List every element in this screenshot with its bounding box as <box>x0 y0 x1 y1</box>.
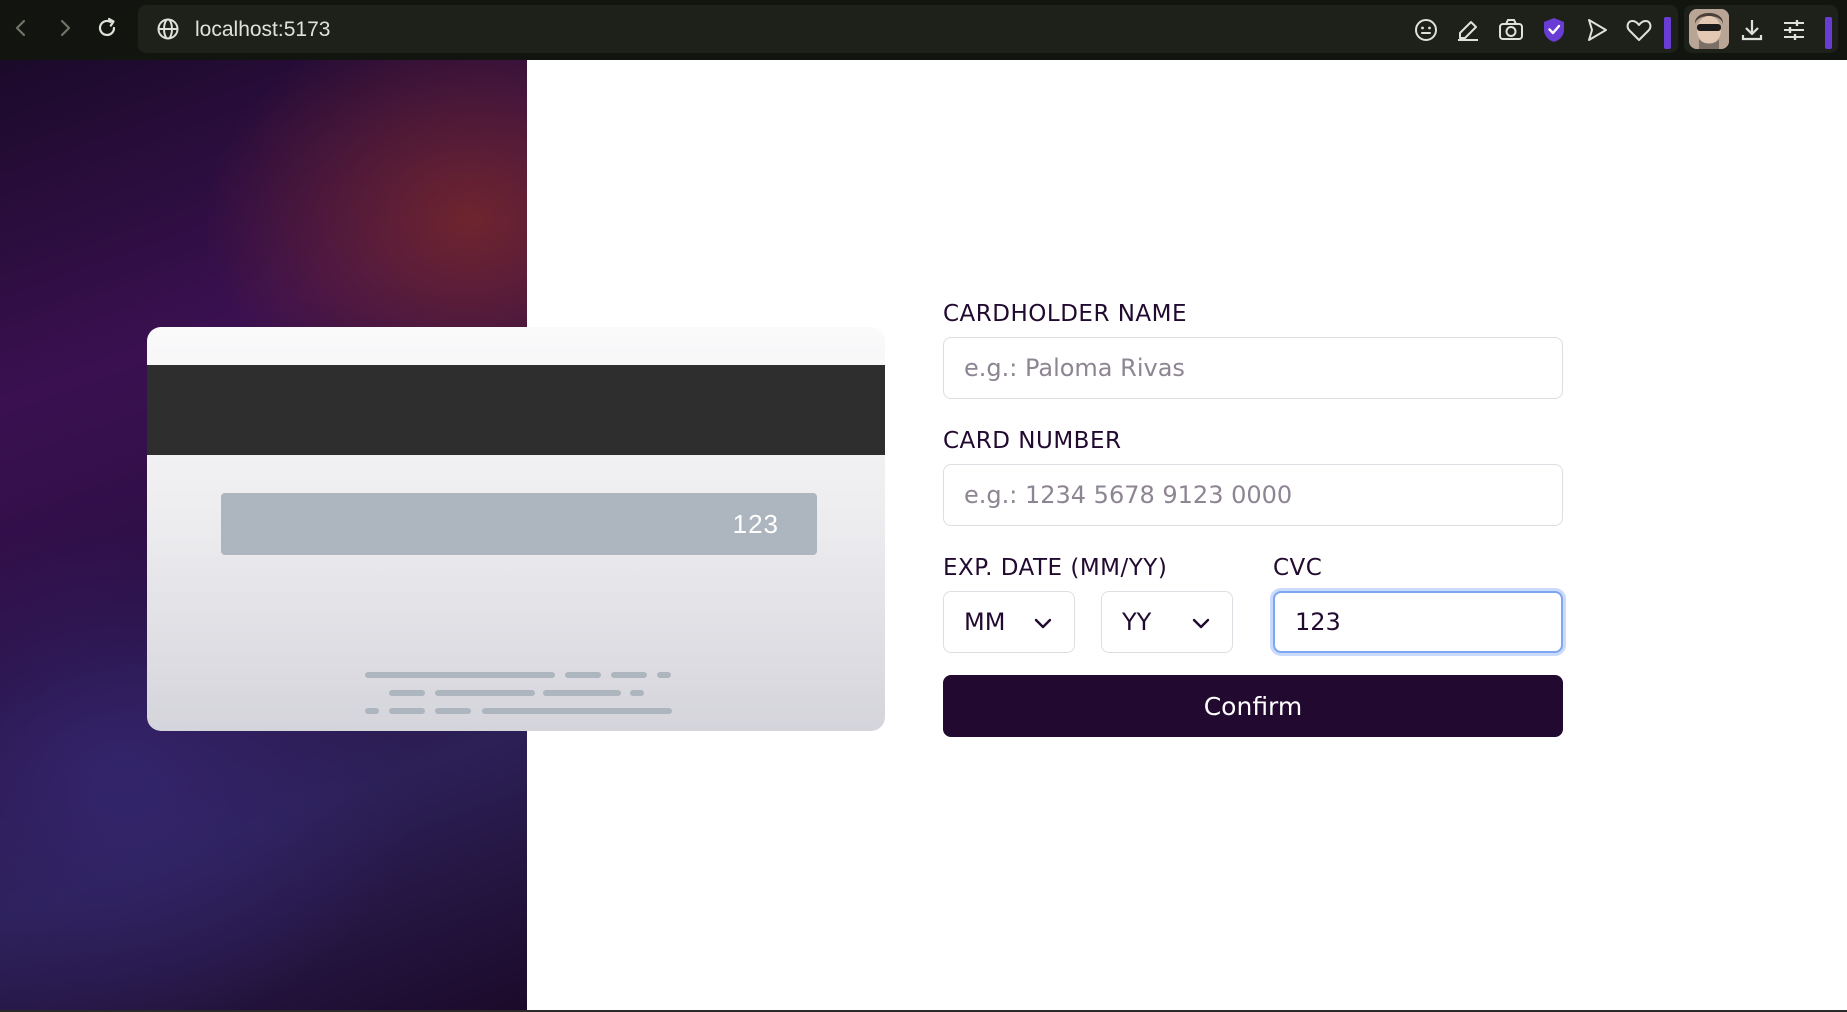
chevron-right-icon <box>60 19 71 37</box>
card-fine-print-line <box>482 708 672 714</box>
card-fine-print-line <box>611 672 647 678</box>
card-fine-print-line <box>389 690 425 696</box>
address-bar[interactable]: localhost:5173 <box>138 5 1678 53</box>
extension-divider <box>1664 17 1671 49</box>
shield-icon[interactable] <box>1540 16 1568 44</box>
cvc-label: CVC <box>1273 555 1323 581</box>
card-fine-print-line <box>435 690 535 696</box>
forward-button[interactable] <box>47 10 83 46</box>
heart-icon[interactable] <box>1625 16 1653 44</box>
send-icon[interactable] <box>1583 16 1611 44</box>
card-fine-print-line <box>389 708 425 714</box>
emoji-icon[interactable] <box>1412 16 1440 44</box>
confirm-button[interactable]: Confirm <box>943 675 1563 737</box>
cvc-input[interactable] <box>1273 591 1563 653</box>
signature-strip: 123 <box>221 493 817 555</box>
card-number-label: CARD NUMBER <box>943 428 1122 454</box>
browser-toolbar: localhost:5173 <box>0 0 1847 60</box>
card-fine-print-line <box>630 690 644 696</box>
profile-area <box>1684 5 1838 53</box>
settings-sliders-icon[interactable] <box>1780 16 1808 44</box>
cardholder-name-label: CARDHOLDER NAME <box>943 301 1188 327</box>
page: 123 CARDHOLDER NAME CARD NUMBER EXP. DAT… <box>0 60 1847 1012</box>
exp-month-select[interactable]: MM <box>943 591 1075 653</box>
card-fine-print-line <box>543 690 621 696</box>
card-back: 123 <box>147 327 885 731</box>
card-fine-print-line <box>365 708 379 714</box>
exp-year-select[interactable]: YY <box>1101 591 1233 653</box>
card-fine-print-line <box>365 672 555 678</box>
globe-icon <box>157 18 179 40</box>
card-fine-print-line <box>657 672 671 678</box>
exp-year-value: YY <box>1122 608 1152 636</box>
extension-divider <box>1825 17 1832 49</box>
reload-icon <box>98 17 116 37</box>
edit-icon[interactable] <box>1454 16 1482 44</box>
exp-month-value: MM <box>964 608 1006 636</box>
back-button[interactable] <box>3 10 39 46</box>
chevron-down-icon <box>1192 618 1210 629</box>
reload-button[interactable] <box>89 10 125 46</box>
magnetic-stripe <box>147 365 885 455</box>
card-number-input[interactable] <box>943 464 1563 526</box>
avatar[interactable] <box>1689 9 1729 49</box>
exp-date-label: EXP. DATE (MM/YY) <box>943 555 1168 581</box>
card-fine-print-line <box>435 708 471 714</box>
cardholder-name-input[interactable] <box>943 337 1563 399</box>
card-fine-print-line <box>565 672 601 678</box>
camera-icon[interactable] <box>1497 16 1525 44</box>
chevron-down-icon <box>1034 618 1052 629</box>
download-icon[interactable] <box>1738 16 1766 44</box>
card-cvc: 123 <box>732 509 779 539</box>
chevron-left-icon <box>15 19 26 37</box>
url-text: localhost:5173 <box>195 18 331 41</box>
